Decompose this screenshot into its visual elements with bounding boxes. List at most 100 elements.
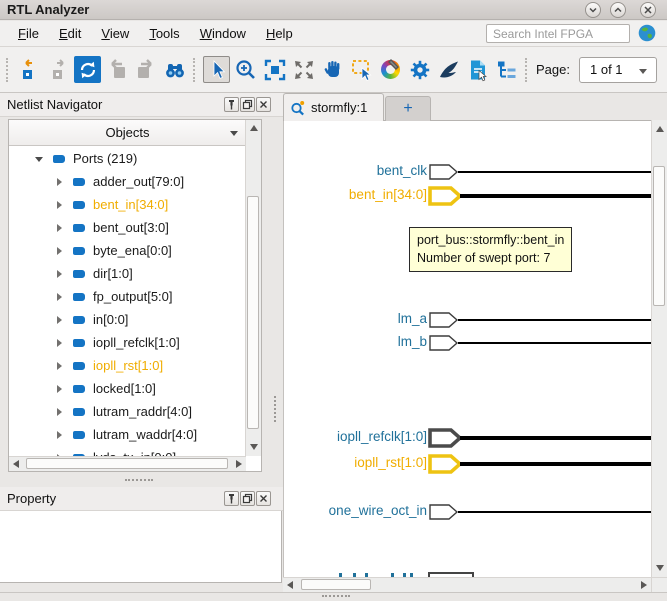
tree-item[interactable]: adder_out[79:0]	[9, 170, 184, 193]
zoom-in-icon[interactable]	[232, 56, 259, 83]
tree-item-ports-root[interactable]: Ports (219)	[9, 147, 137, 170]
zoom-fit-icon[interactable]	[261, 56, 288, 83]
menu-file[interactable]: File	[8, 23, 49, 44]
tree-item[interactable]: fp_output[5:0]	[9, 285, 173, 308]
select-cursor-icon[interactable]	[203, 56, 230, 83]
refresh-icon[interactable]	[74, 56, 101, 83]
tree-item[interactable]: in[0:0]	[9, 308, 128, 331]
collapsed-arrow-icon[interactable]	[57, 178, 62, 186]
expanded-arrow-icon[interactable]	[35, 157, 43, 162]
scroll-up-icon[interactable]	[656, 126, 664, 132]
scrollbar-thumb[interactable]	[247, 196, 259, 429]
wire[interactable]	[458, 511, 652, 513]
pop-out-icon[interactable]	[16, 56, 43, 83]
panel-close-button[interactable]	[256, 491, 271, 506]
float-button[interactable]	[240, 97, 255, 112]
toolbar-grip[interactable]	[6, 58, 11, 82]
input-port-symbol[interactable]	[429, 164, 459, 180]
collapsed-arrow-icon[interactable]	[57, 270, 62, 278]
input-bus-port-symbol[interactable]	[428, 428, 462, 448]
rubber-band-select-icon[interactable]	[348, 56, 375, 83]
bird-eye-view-icon[interactable]	[435, 56, 462, 83]
wire[interactable]	[458, 319, 652, 321]
schematic-canvas[interactable]: bent_clk bent_in[34:0] port_bus::stormfl…	[283, 120, 667, 577]
forward-icon[interactable]	[132, 56, 159, 83]
collapsed-arrow-icon[interactable]	[57, 201, 62, 209]
tree-item[interactable]: iopll_refclk[1:0]	[9, 331, 180, 354]
menu-tools[interactable]: Tools	[139, 23, 189, 44]
menu-help[interactable]: Help	[256, 23, 303, 44]
menu-window[interactable]: Window	[190, 23, 256, 44]
pin-button[interactable]	[224, 97, 239, 112]
report-document-icon[interactable]	[464, 56, 491, 83]
menu-edit[interactable]: Edit	[49, 23, 91, 44]
page-select[interactable]: 1 of 1	[579, 57, 657, 83]
new-tab-button[interactable]: +	[385, 96, 431, 121]
port-label[interactable]: bent_clk	[287, 163, 427, 178]
scroll-down-icon[interactable]	[656, 565, 664, 571]
tree-item[interactable]: lutram_waddr[4:0]	[9, 423, 197, 446]
port-label[interactable]: bent_in[34:0]	[287, 187, 427, 202]
port-label[interactable]: lm_a	[287, 311, 427, 326]
scrollbar-thumb[interactable]	[301, 579, 371, 590]
scrollbar-thumb[interactable]	[653, 166, 665, 306]
input-port-symbol-highlighted[interactable]	[428, 186, 462, 206]
bottom-splitter-handle[interactable]	[322, 595, 350, 597]
wire[interactable]	[458, 342, 652, 344]
toolbar-grip[interactable]	[525, 58, 530, 82]
float-button[interactable]	[240, 491, 255, 506]
scrollbar-thumb[interactable]	[26, 458, 228, 469]
scroll-up-icon[interactable]	[250, 125, 258, 131]
tree-item[interactable]: byte_ena[0:0]	[9, 239, 172, 262]
bus-wire[interactable]	[460, 194, 652, 198]
port-label[interactable]: one_wire_oct_in	[287, 503, 427, 518]
tree-item[interactable]: iopll_rst[1:0]	[9, 354, 163, 377]
input-port-symbol-highlighted[interactable]	[428, 454, 462, 474]
settings-gear-icon[interactable]	[406, 56, 433, 83]
pin-button[interactable]	[224, 491, 239, 506]
tree-item[interactable]: locked[1:0]	[9, 377, 156, 400]
collapsed-arrow-icon[interactable]	[57, 339, 62, 347]
back-icon[interactable]	[103, 56, 130, 83]
tree-item[interactable]: bent_in[34:0]	[9, 193, 168, 216]
scroll-down-icon[interactable]	[250, 444, 258, 450]
find-binoculars-icon[interactable]	[161, 56, 188, 83]
horizontal-splitter[interactable]	[125, 479, 153, 481]
search-input[interactable]	[486, 24, 630, 43]
globe-icon[interactable]	[638, 24, 656, 42]
collapsed-arrow-icon[interactable]	[57, 431, 62, 439]
bus-wire[interactable]	[460, 436, 652, 440]
collapsed-arrow-icon[interactable]	[57, 385, 62, 393]
collapsed-arrow-icon[interactable]	[57, 408, 62, 416]
toolbar-grip[interactable]	[193, 58, 198, 82]
canvas-vertical-scrollbar[interactable]	[651, 120, 667, 577]
port-label[interactable]: iopll_refclk[1:0]	[287, 429, 427, 444]
input-port-symbol[interactable]	[429, 335, 459, 351]
input-port-symbol[interactable]	[429, 504, 459, 520]
scroll-right-icon[interactable]	[236, 460, 242, 468]
hierarchy-list-icon[interactable]	[493, 56, 520, 83]
pop-in-icon[interactable]	[45, 56, 72, 83]
objects-column-header[interactable]: Objects	[9, 120, 246, 146]
menu-view[interactable]: View	[91, 23, 139, 44]
tree-item[interactable]: lutram_raddr[4:0]	[9, 400, 192, 423]
close-button[interactable]	[640, 2, 656, 18]
collapsed-arrow-icon[interactable]	[57, 362, 62, 370]
highlight-color-icon[interactable]	[377, 56, 404, 83]
wire[interactable]	[458, 171, 652, 173]
expand-arrows-icon[interactable]	[290, 56, 317, 83]
tab-stormfly[interactable]: stormfly:1	[283, 93, 384, 121]
scroll-left-icon[interactable]	[287, 581, 293, 589]
canvas-horizontal-scrollbar[interactable]	[283, 577, 651, 592]
collapsed-arrow-icon[interactable]	[57, 247, 62, 255]
vertical-splitter[interactable]	[274, 396, 276, 422]
tree-vertical-scrollbar[interactable]	[245, 120, 261, 456]
port-label[interactable]: iopll_rst[1:0]	[287, 455, 427, 470]
tree-item[interactable]: bent_out[3:0]	[9, 216, 169, 239]
input-port-symbol[interactable]	[429, 312, 459, 328]
collapsed-arrow-icon[interactable]	[57, 224, 62, 232]
minimize-button[interactable]	[585, 2, 601, 18]
maximize-button[interactable]	[610, 2, 626, 18]
pan-hand-icon[interactable]	[319, 56, 346, 83]
port-label[interactable]: lm_b	[287, 334, 427, 349]
